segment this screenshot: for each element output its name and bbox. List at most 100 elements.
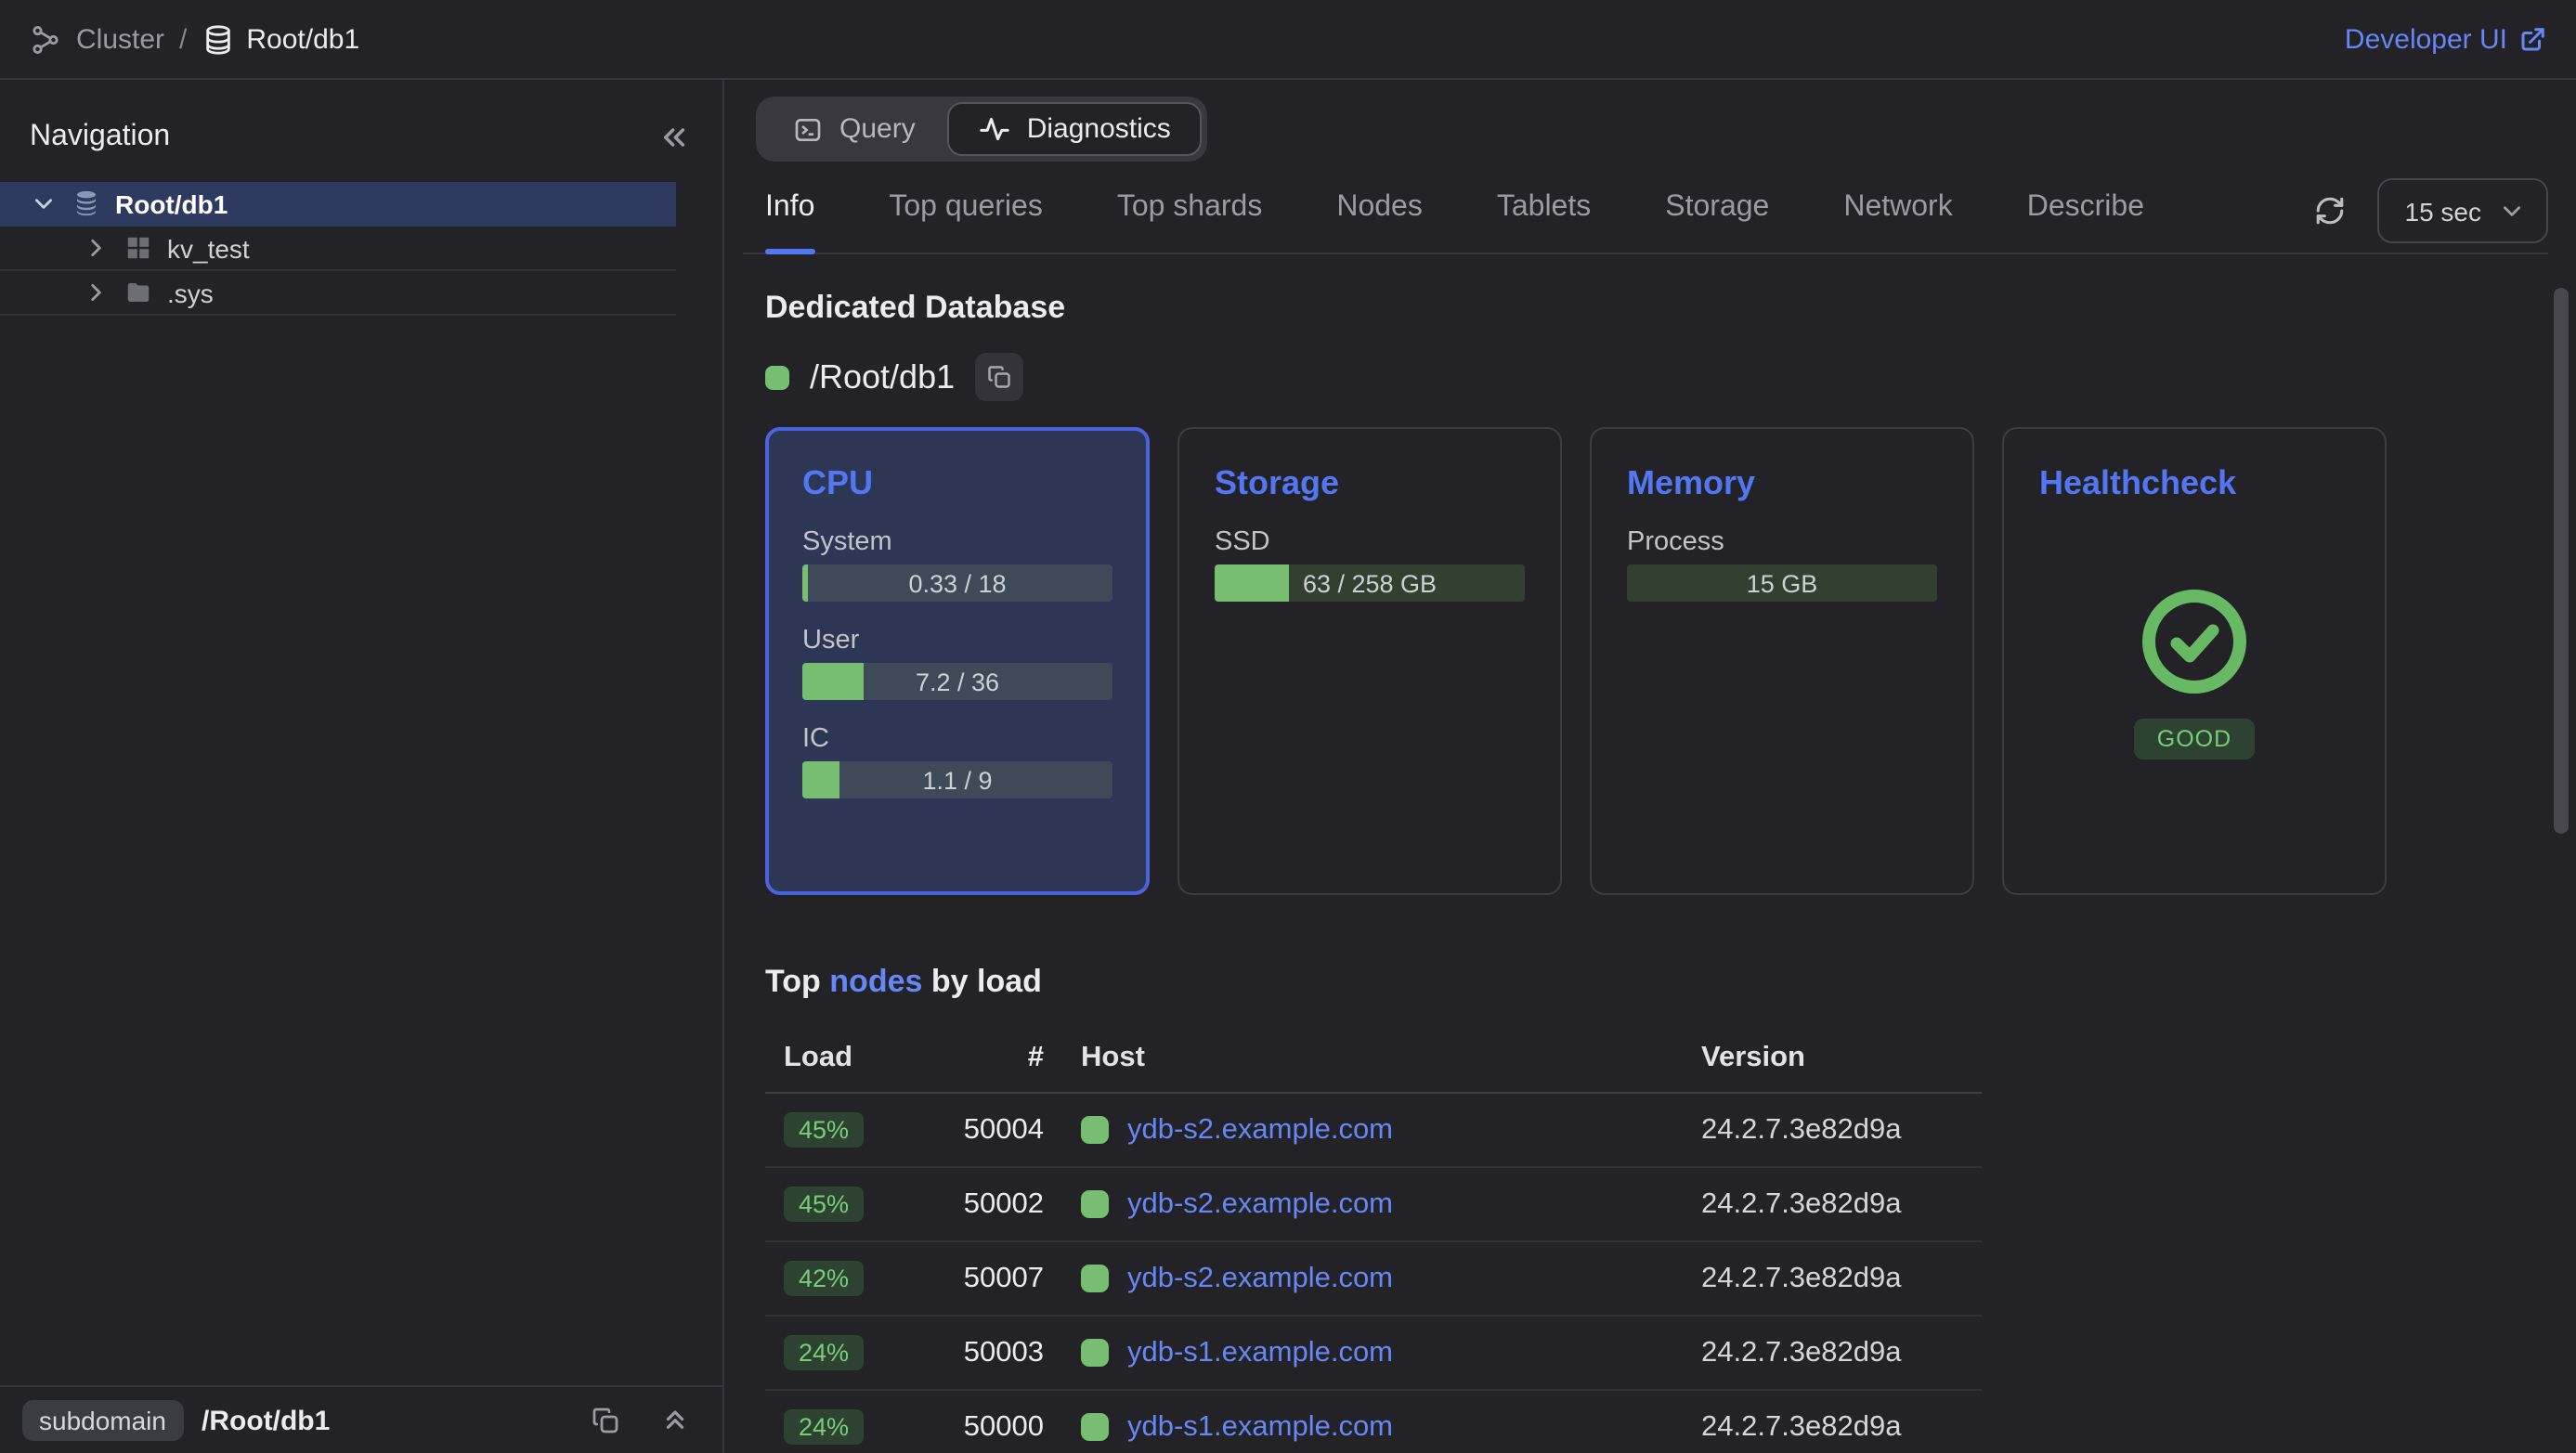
tab-info[interactable]: Info: [765, 169, 814, 253]
memory-process-metric: Process 15 GB: [1627, 527, 1937, 602]
node-status-dot: [1081, 1190, 1109, 1218]
table-row: 42% 50007 ydb-s2.example.com 24.2.7.3e82…: [765, 1242, 1982, 1317]
tab-diagnostics-label: Diagnostics: [1027, 113, 1171, 145]
node-version: 24.2.7.3e82d9a: [1701, 1262, 1982, 1295]
node-version: 24.2.7.3e82d9a: [1701, 1113, 1982, 1147]
tab-network[interactable]: Network: [1843, 169, 1952, 253]
breadcrumb-separator: /: [179, 23, 187, 55]
tree-item-label: .sys: [167, 278, 214, 307]
external-link-icon: [2518, 25, 2546, 53]
host-link[interactable]: ydb-s1.example.com: [1127, 1336, 1393, 1369]
tab-nodes[interactable]: Nodes: [1336, 169, 1423, 253]
tab-diagnostics[interactable]: Diagnostics: [947, 102, 1203, 156]
tab-describe[interactable]: Describe: [2027, 169, 2144, 253]
refresh-icon[interactable]: [2314, 195, 2346, 227]
load-badge: 45%: [784, 1187, 864, 1222]
host-link[interactable]: ydb-s1.example.com: [1127, 1410, 1393, 1444]
chevron-right-icon[interactable]: [82, 236, 108, 260]
cpu-user-bar: 7.2 / 36: [802, 663, 1112, 700]
breadcrumb-database[interactable]: Root/db1: [202, 23, 359, 55]
tab-query[interactable]: Query: [761, 102, 947, 156]
collapse-sidebar-icon[interactable]: [659, 123, 689, 152]
breadcrumb-cluster[interactable]: Cluster: [30, 23, 164, 55]
host-link[interactable]: ydb-s2.example.com: [1127, 1262, 1393, 1295]
memory-card-title: Memory: [1627, 464, 1937, 503]
refresh-interval-select[interactable]: 15 sec: [2377, 178, 2549, 243]
app-body: Navigation: [0, 80, 2576, 1453]
cpu-card[interactable]: CPU System 0.33 / 18 User: [765, 427, 1150, 895]
tab-storage[interactable]: Storage: [1665, 169, 1769, 253]
table-row: 24% 50000 ydb-s1.example.com 24.2.7.3e82…: [765, 1391, 1982, 1453]
subdomain-badge: subdomain: [22, 1400, 183, 1441]
view-switcher: Query Diagnostics: [756, 97, 1208, 162]
database-path: /Root/db1: [810, 357, 955, 396]
tab-top-queries[interactable]: Top queries: [889, 169, 1042, 253]
tree-item-kv-test[interactable]: kv_test: [0, 227, 676, 271]
terminal-icon: [793, 114, 823, 144]
node-id: 50004: [932, 1113, 1044, 1147]
cpu-system-bar: 0.33 / 18: [802, 564, 1112, 602]
cluster-icon: [30, 23, 61, 55]
double-chevron-up-icon[interactable]: [661, 1407, 689, 1434]
info-panel: Dedicated Database /Root/db1 CPU Sys: [724, 290, 2576, 1453]
copy-icon[interactable]: [975, 353, 1023, 401]
sidebar-header: Navigation: [0, 80, 722, 154]
chevron-down-icon[interactable]: [30, 191, 56, 215]
database-icon: [72, 189, 100, 217]
schema-tree: Root/db1 kv_test: [0, 182, 676, 1385]
col-header-id: #: [932, 1042, 1044, 1075]
chevron-right-icon[interactable]: [82, 280, 108, 305]
top-nodes-title: Top nodes by load: [765, 964, 2576, 1001]
table-grid-icon: [124, 234, 152, 262]
node-id: 50003: [932, 1336, 1044, 1369]
copy-icon[interactable]: [591, 1406, 620, 1435]
col-header-host: Host: [1044, 1042, 1701, 1075]
circle-check-icon: [2141, 589, 2247, 694]
topbar: Cluster / Root/db1 Developer UI: [0, 0, 2576, 80]
database-icon: [202, 23, 233, 55]
memory-process-bar: 15 GB: [1627, 564, 1937, 602]
chevron-down-icon: [2500, 199, 2524, 223]
cpu-system-metric: System 0.33 / 18: [802, 527, 1112, 602]
tab-query-label: Query: [839, 113, 916, 145]
cpu-card-title: CPU: [802, 464, 1112, 503]
database-path-row: /Root/db1: [765, 353, 2576, 401]
sidebar-footer: subdomain /Root/db1: [0, 1385, 722, 1453]
host-link[interactable]: ydb-s2.example.com: [1127, 1187, 1393, 1221]
table-row: 24% 50003 ydb-s1.example.com 24.2.7.3e82…: [765, 1317, 1982, 1391]
storage-card[interactable]: Storage SSD 63 / 258 GB: [1177, 427, 1562, 895]
tree-item-root-db1[interactable]: Root/db1: [0, 182, 676, 227]
host-link[interactable]: ydb-s2.example.com: [1127, 1113, 1393, 1147]
node-status-dot: [1081, 1116, 1109, 1144]
metric-cards: CPU System 0.33 / 18 User: [765, 427, 2576, 895]
developer-ui-link[interactable]: Developer UI: [2345, 23, 2546, 55]
breadcrumb-cluster-label: Cluster: [76, 23, 164, 55]
node-version: 24.2.7.3e82d9a: [1701, 1336, 1982, 1369]
node-status-dot: [1081, 1265, 1109, 1292]
node-version: 24.2.7.3e82d9a: [1701, 1410, 1982, 1444]
refresh-interval-value: 15 sec: [2405, 196, 2482, 226]
cpu-ic-metric: IC 1.1 / 9: [802, 724, 1112, 798]
storage-ssd-metric: SSD 63 / 258 GB: [1215, 527, 1525, 602]
node-version: 24.2.7.3e82d9a: [1701, 1187, 1982, 1221]
tab-tablets[interactable]: Tablets: [1497, 169, 1591, 253]
tree-item-sys[interactable]: .sys: [0, 271, 676, 316]
storage-ssd-bar: 63 / 258 GB: [1215, 564, 1525, 602]
tab-top-shards[interactable]: Top shards: [1117, 169, 1263, 253]
nodes-link[interactable]: nodes: [829, 964, 922, 999]
load-badge: 45%: [784, 1112, 864, 1148]
memory-card[interactable]: Memory Process 15 GB: [1590, 427, 1974, 895]
cpu-ic-bar: 1.1 / 9: [802, 761, 1112, 798]
footer-path: /Root/db1: [202, 1405, 330, 1436]
tree-item-label: Root/db1: [115, 188, 228, 218]
table-row: 45% 50004 ydb-s2.example.com 24.2.7.3e82…: [765, 1094, 1982, 1168]
database-type-title: Dedicated Database: [765, 290, 2576, 327]
table-header-row: Load # Host Version: [765, 1025, 1982, 1094]
vertical-scrollbar[interactable]: [2554, 288, 2569, 834]
col-header-load: Load: [765, 1042, 932, 1075]
sidebar-title: Navigation: [30, 121, 170, 154]
scale-wrapper: Cluster / Root/db1 Developer UI: [0, 0, 2576, 1453]
healthcheck-card[interactable]: Healthcheck GOOD: [2002, 427, 2387, 895]
col-header-version: Version: [1701, 1042, 1982, 1075]
diagnostics-tabs: Info Top queries Top shards Nodes Tablet…: [743, 169, 2548, 254]
